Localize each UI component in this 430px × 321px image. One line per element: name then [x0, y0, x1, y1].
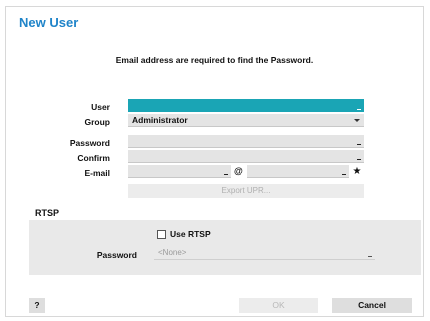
group-value: Administrator	[132, 115, 188, 125]
email-local-field[interactable]	[128, 165, 231, 178]
rtsp-password-placeholder: <None>	[158, 248, 187, 257]
export-upr-button[interactable]: Export UPR...	[128, 184, 364, 198]
text-cursor-icon	[357, 159, 361, 160]
rtsp-panel: Use RTSP Password <None>	[29, 220, 421, 275]
group-select[interactable]: Administrator	[128, 114, 364, 127]
email-domain-button[interactable]: ★	[351, 165, 363, 178]
help-button[interactable]: ?	[29, 298, 45, 313]
text-cursor-icon	[368, 256, 372, 257]
use-rtsp-checkbox[interactable]	[157, 230, 166, 239]
email-domain-field[interactable]	[247, 165, 349, 178]
rtsp-password-label: Password	[96, 250, 137, 260]
text-cursor-icon	[357, 109, 361, 110]
user-field[interactable]	[128, 99, 364, 112]
text-cursor-icon	[224, 174, 228, 175]
dialog-title: New User	[19, 15, 79, 30]
new-user-dialog: New User Email address are required to f…	[5, 6, 424, 317]
password-label: Password	[69, 138, 110, 148]
confirm-field[interactable]	[128, 150, 364, 163]
confirm-label: Confirm	[77, 153, 110, 163]
star-icon: ★	[352, 166, 362, 177]
user-label: User	[91, 102, 110, 112]
email-notice: Email address are required to find the P…	[115, 55, 314, 65]
use-rtsp-label[interactable]: Use RTSP	[170, 229, 211, 239]
password-field[interactable]	[128, 135, 364, 148]
group-label: Group	[84, 117, 111, 127]
ok-button[interactable]: OK	[239, 298, 318, 313]
chevron-down-icon	[354, 119, 360, 122]
cancel-button[interactable]: Cancel	[332, 298, 412, 313]
email-at-sign: @	[234, 166, 243, 176]
rtsp-password-field: <None>	[154, 246, 375, 260]
text-cursor-icon	[357, 144, 361, 145]
email-label: E-mail	[84, 168, 110, 178]
text-cursor-icon	[342, 174, 346, 175]
rtsp-section-label: RTSP	[35, 208, 60, 218]
